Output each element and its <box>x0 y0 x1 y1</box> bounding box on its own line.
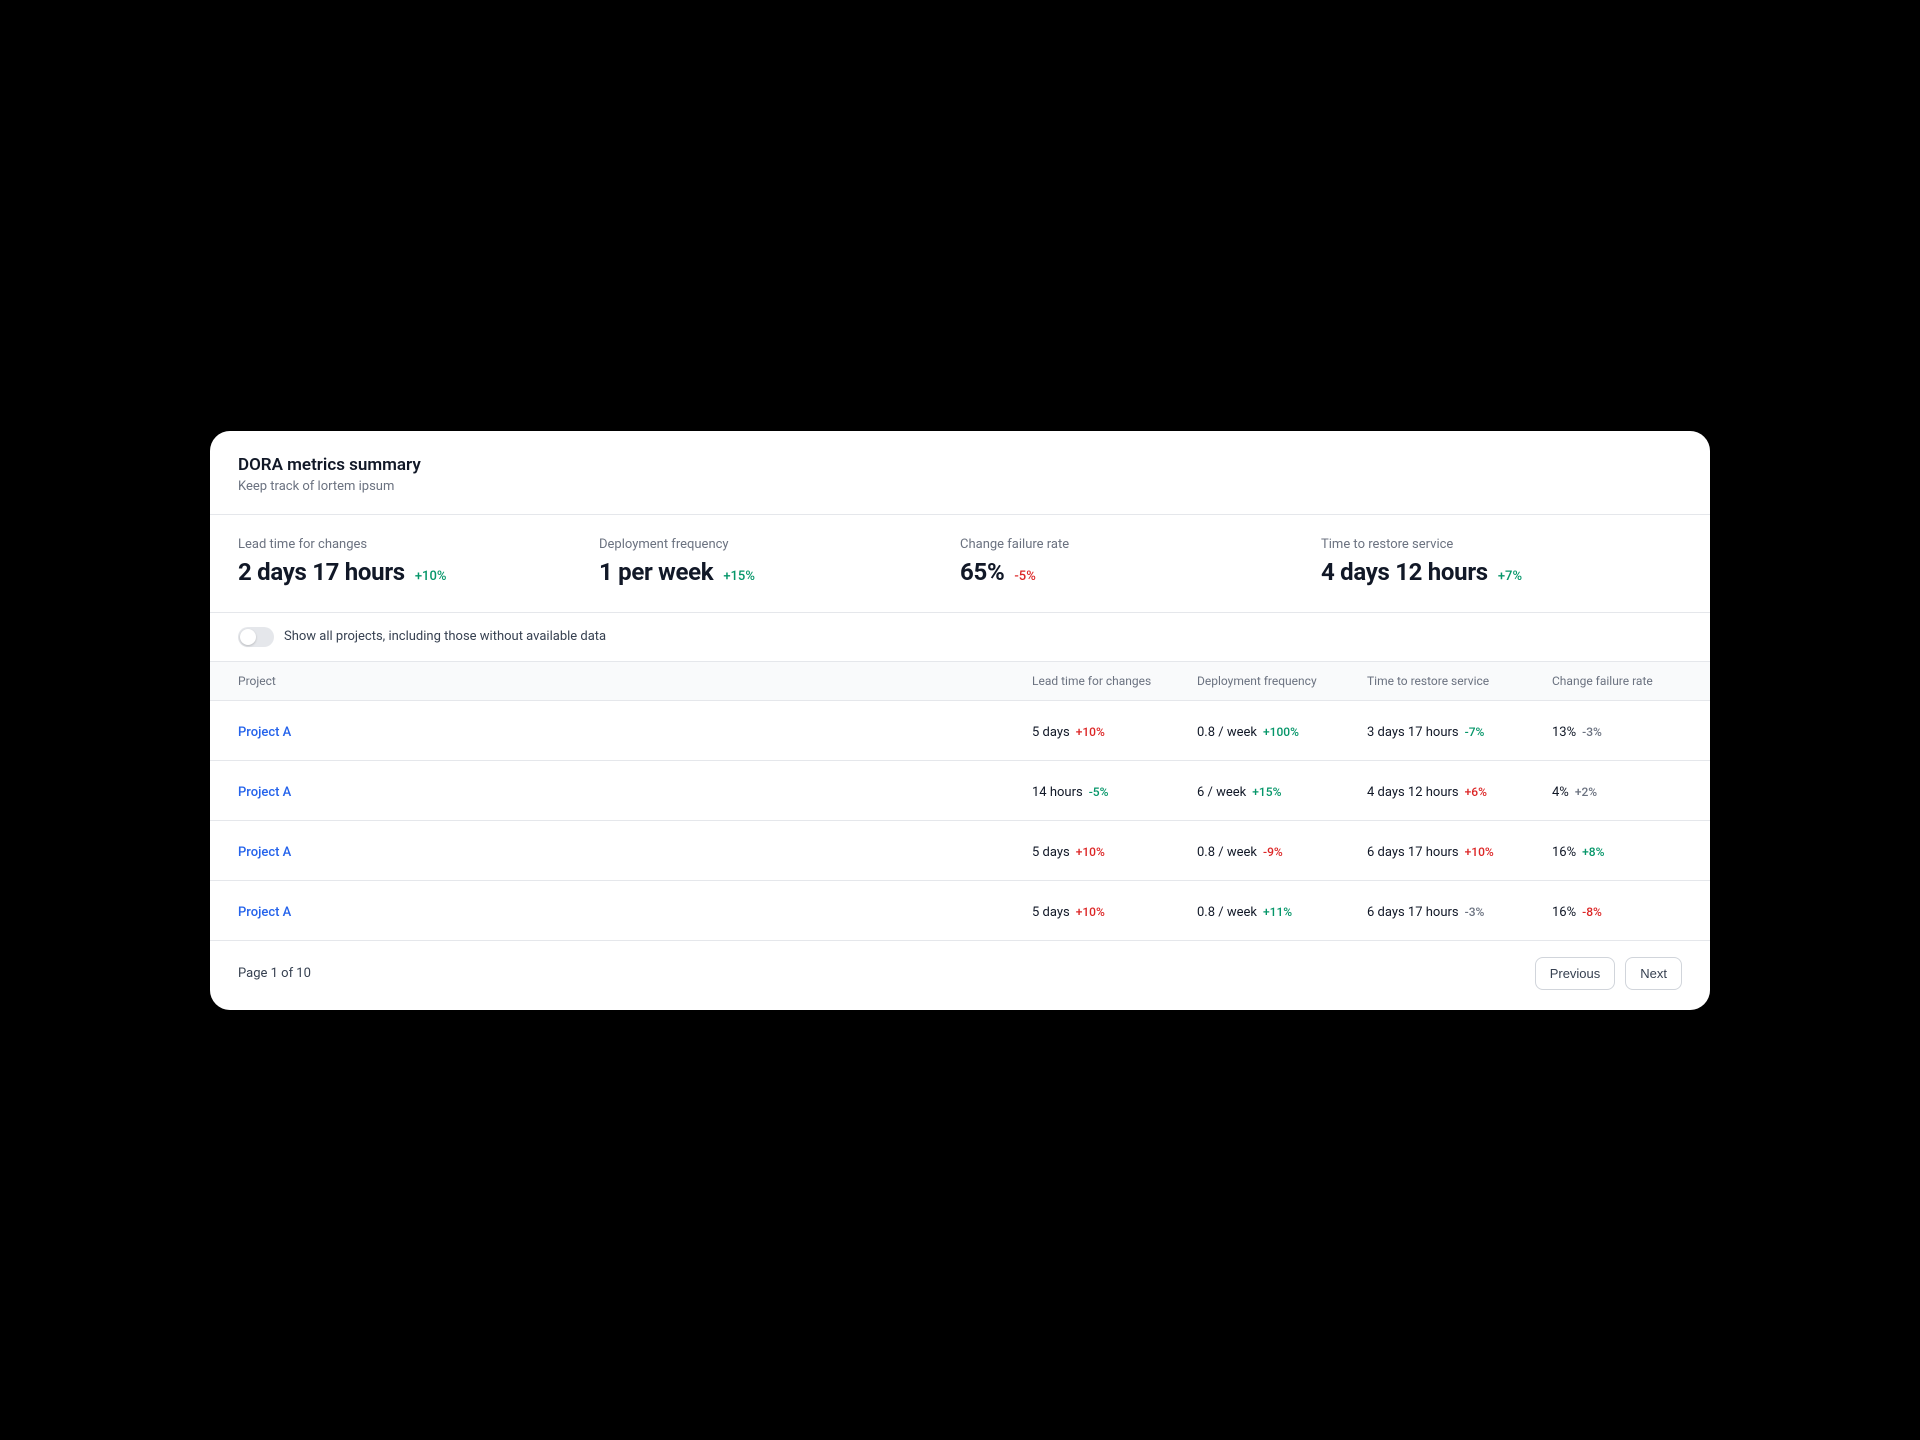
col-restore: Time to restore service <box>1367 674 1552 688</box>
cell-restore-value: 6 days 17 hours <box>1367 905 1459 920</box>
filter-row: Show all projects, including those witho… <box>210 613 1710 662</box>
cell-deploy-value: 0.8 / week <box>1197 725 1257 740</box>
cell-failure-delta: +8% <box>1582 845 1604 859</box>
cell-restore-delta: +6% <box>1465 785 1487 799</box>
metric-value: 1 per week <box>599 558 713 586</box>
card-header: DORA metrics summary Keep track of lorte… <box>210 431 1710 515</box>
cell-deploy-value: 0.8 / week <box>1197 845 1257 860</box>
metric-value: 65% <box>960 558 1004 586</box>
metric-lead-time: Lead time for changes 2 days 17 hours +1… <box>238 537 599 586</box>
col-deploy: Deployment frequency <box>1197 674 1367 688</box>
cell-restore-value: 3 days 17 hours <box>1367 725 1459 740</box>
cell-lead-delta: +10% <box>1076 845 1105 859</box>
cell-failure-delta: -3% <box>1582 725 1602 739</box>
table-header: Project Lead time for changes Deployment… <box>210 662 1710 701</box>
page-info: Page 1 of 10 <box>238 966 311 981</box>
col-project: Project <box>238 674 1032 688</box>
cell-deploy-delta: -9% <box>1263 845 1283 859</box>
metric-delta: +7% <box>1498 569 1522 584</box>
table-body: Project A 5 days +10% 0.8 / week +100% 3 d… <box>210 701 1710 941</box>
metric-value: 4 days 12 hours <box>1321 558 1488 586</box>
cell-restore-delta: +10% <box>1465 845 1494 859</box>
table-row: Project A 5 days +10% 0.8 / week +11% 6 da… <box>210 881 1710 941</box>
col-failure: Change failure rate <box>1552 674 1682 688</box>
cell-restore-value: 6 days 17 hours <box>1367 845 1459 860</box>
cell-lead-delta: +10% <box>1076 725 1105 739</box>
cell-failure-value: 13% <box>1552 725 1576 740</box>
summary-metrics-row: Lead time for changes 2 days 17 hours +1… <box>210 515 1710 613</box>
cell-failure-delta: +2% <box>1575 785 1597 799</box>
show-all-toggle[interactable] <box>238 627 274 647</box>
cell-restore-delta: -7% <box>1465 725 1485 739</box>
cell-deploy-value: 6 / week <box>1197 785 1246 800</box>
cell-lead-delta: +10% <box>1076 905 1105 919</box>
pager: Previous Next <box>1535 957 1682 990</box>
metric-label: Deployment frequency <box>599 537 960 552</box>
metric-label: Change failure rate <box>960 537 1321 552</box>
col-lead: Lead time for changes <box>1032 674 1197 688</box>
table-row: Project A 5 days +10% 0.8 / week +100% 3 d… <box>210 701 1710 761</box>
cell-failure-value: 16% <box>1552 905 1576 920</box>
cell-deploy-delta: +11% <box>1263 905 1292 919</box>
metrics-card: DORA metrics summary Keep track of lorte… <box>210 431 1710 1010</box>
cell-lead-delta: -5% <box>1089 785 1109 799</box>
cell-deploy-value: 0.8 / week <box>1197 905 1257 920</box>
metric-delta: +10% <box>415 569 447 584</box>
metric-deployment-frequency: Deployment frequency 1 per week +15% <box>599 537 960 586</box>
metric-label: Lead time for changes <box>238 537 599 552</box>
table-row: Project A 5 days +10% 0.8 / week -9% 6 day… <box>210 821 1710 881</box>
prev-button[interactable]: Previous <box>1535 957 1616 990</box>
projects-table: Project Lead time for changes Deployment… <box>210 662 1710 941</box>
cell-lead-value: 5 days <box>1032 725 1070 740</box>
metric-delta: -5% <box>1014 569 1035 584</box>
table-row: Project A 14 hours -5% 6 / week +15% 4 day… <box>210 761 1710 821</box>
cell-failure-value: 16% <box>1552 845 1576 860</box>
next-button[interactable]: Next <box>1625 957 1682 990</box>
cell-lead-value: 5 days <box>1032 845 1070 860</box>
page-title: DORA metrics summary <box>238 455 1682 475</box>
metric-label: Time to restore service <box>1321 537 1682 552</box>
cell-deploy-delta: +15% <box>1252 785 1281 799</box>
cell-restore-value: 4 days 12 hours <box>1367 785 1459 800</box>
cell-deploy-delta: +100% <box>1263 725 1299 739</box>
cell-restore-delta: -3% <box>1465 905 1485 919</box>
metric-value: 2 days 17 hours <box>238 558 405 586</box>
project-link[interactable]: Project A <box>238 785 291 800</box>
metric-time-to-restore: Time to restore service 4 days 12 hours … <box>1321 537 1682 586</box>
cell-failure-value: 4% <box>1552 785 1569 800</box>
metric-change-failure-rate: Change failure rate 65% -5% <box>960 537 1321 586</box>
project-link[interactable]: Project A <box>238 905 291 920</box>
cell-lead-value: 5 days <box>1032 905 1070 920</box>
project-link[interactable]: Project A <box>238 845 291 860</box>
cell-failure-delta: -8% <box>1582 905 1602 919</box>
page-subtitle: Keep track of lortem ipsum <box>238 479 1682 494</box>
show-all-label: Show all projects, including those witho… <box>284 629 606 644</box>
metric-delta: +15% <box>723 569 755 584</box>
table-footer: Page 1 of 10 Previous Next <box>210 941 1710 1010</box>
project-link[interactable]: Project A <box>238 725 291 740</box>
cell-lead-value: 14 hours <box>1032 785 1083 800</box>
